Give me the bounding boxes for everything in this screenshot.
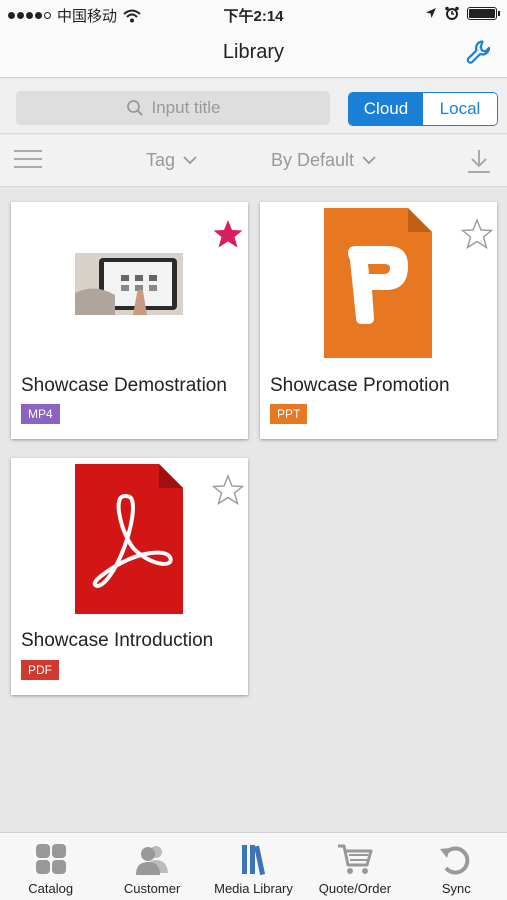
tab-customer[interactable]: Customer xyxy=(101,833,202,900)
tab-label: Sync xyxy=(441,881,471,896)
page-title: Library xyxy=(222,41,285,63)
tag-filter-dropdown[interactable]: Tag xyxy=(146,150,197,171)
pdf-file-icon xyxy=(75,464,183,614)
tab-label: Catalog xyxy=(28,881,74,896)
filter-row: Tag By Default xyxy=(0,135,507,187)
media-card[interactable]: Showcase Introduction PDF xyxy=(11,458,248,695)
tag-filter-label: Tag xyxy=(146,150,176,170)
catalog-icon xyxy=(35,844,66,874)
favorite-star-icon[interactable] xyxy=(212,474,244,506)
alarm-clock-icon xyxy=(445,6,459,20)
search-row: Input title Cloud Local xyxy=(0,79,507,134)
sort-dropdown[interactable]: By Default xyxy=(271,150,376,171)
download-icon[interactable] xyxy=(465,147,493,175)
chevron-down-icon xyxy=(362,156,376,165)
chevron-down-icon xyxy=(183,156,197,165)
video-thumbnail xyxy=(75,253,183,315)
tab-catalog[interactable]: Catalog xyxy=(0,833,101,900)
cart-icon xyxy=(337,844,373,874)
segment-cloud[interactable]: Cloud xyxy=(349,93,423,125)
file-type-badge: PPT xyxy=(270,404,308,424)
status-bar: 中国移动 下午2:14 xyxy=(0,0,507,28)
navigation-bar: Library xyxy=(0,28,507,78)
search-placeholder: Input title xyxy=(151,98,221,117)
wrench-icon[interactable] xyxy=(465,38,493,66)
tab-label: Customer xyxy=(123,881,181,896)
ppt-file-icon xyxy=(324,208,432,358)
favorite-star-icon[interactable] xyxy=(212,218,244,250)
tab-media-library[interactable]: Media Library xyxy=(203,833,304,900)
media-title: Showcase Promotion xyxy=(270,375,450,396)
favorite-star-icon[interactable] xyxy=(461,218,493,250)
media-card[interactable]: Showcase Promotion PPT xyxy=(260,202,497,439)
sort-label: By Default xyxy=(271,150,355,170)
media-title: Showcase Introduction xyxy=(21,630,214,651)
sync-icon xyxy=(440,846,470,875)
media-library-icon xyxy=(241,845,265,876)
tab-label: Media Library xyxy=(214,881,293,896)
media-title: Showcase Demostration xyxy=(21,375,227,396)
tab-sync[interactable]: Sync xyxy=(406,833,507,900)
customer-icon xyxy=(136,846,169,875)
file-type-badge: MP4 xyxy=(21,404,60,424)
media-card[interactable]: Showcase Demostration MP4 xyxy=(11,202,248,439)
location-arrow-icon xyxy=(426,8,436,18)
battery-icon xyxy=(467,6,500,20)
segment-local[interactable]: Local xyxy=(423,93,497,125)
menu-icon[interactable] xyxy=(14,150,42,170)
tab-quote-order[interactable]: Quote/Order xyxy=(304,833,405,900)
source-segmented-control: Cloud Local xyxy=(348,92,498,126)
tab-bar: Catalog Customer Media Library Quote/Ord… xyxy=(0,832,507,900)
file-type-badge: PDF xyxy=(21,660,59,680)
search-input[interactable]: Input title xyxy=(16,91,330,125)
search-icon xyxy=(126,100,143,116)
tab-label: Quote/Order xyxy=(318,881,392,896)
